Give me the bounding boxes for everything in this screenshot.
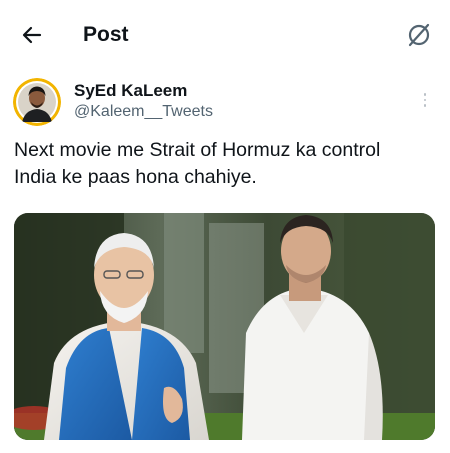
top-bar: Post	[0, 0, 450, 68]
avatar[interactable]	[13, 78, 61, 126]
page-title: Post	[83, 23, 129, 46]
author-row: SyEd KaLeem @Kaleem__Tweets	[0, 72, 450, 132]
more-vertical-icon-dot	[423, 98, 427, 102]
grok-icon	[408, 23, 430, 47]
arrow-left-icon	[22, 26, 42, 44]
avatar-image	[13, 78, 61, 126]
post-media-image[interactable]	[14, 213, 435, 440]
more-vertical-icon	[423, 93, 427, 96]
more-options-button[interactable]	[418, 88, 432, 112]
author-handle[interactable]: @Kaleem__Tweets	[74, 103, 213, 121]
back-button[interactable]	[14, 20, 50, 50]
post-text: Next movie me Strait of Hormuz ka contro…	[14, 139, 381, 188]
grok-button[interactable]	[404, 20, 434, 50]
more-vertical-icon-dot	[423, 104, 427, 107]
author-display-name[interactable]: SyEd KaLeem	[74, 81, 187, 101]
photo-illustration	[14, 213, 435, 440]
